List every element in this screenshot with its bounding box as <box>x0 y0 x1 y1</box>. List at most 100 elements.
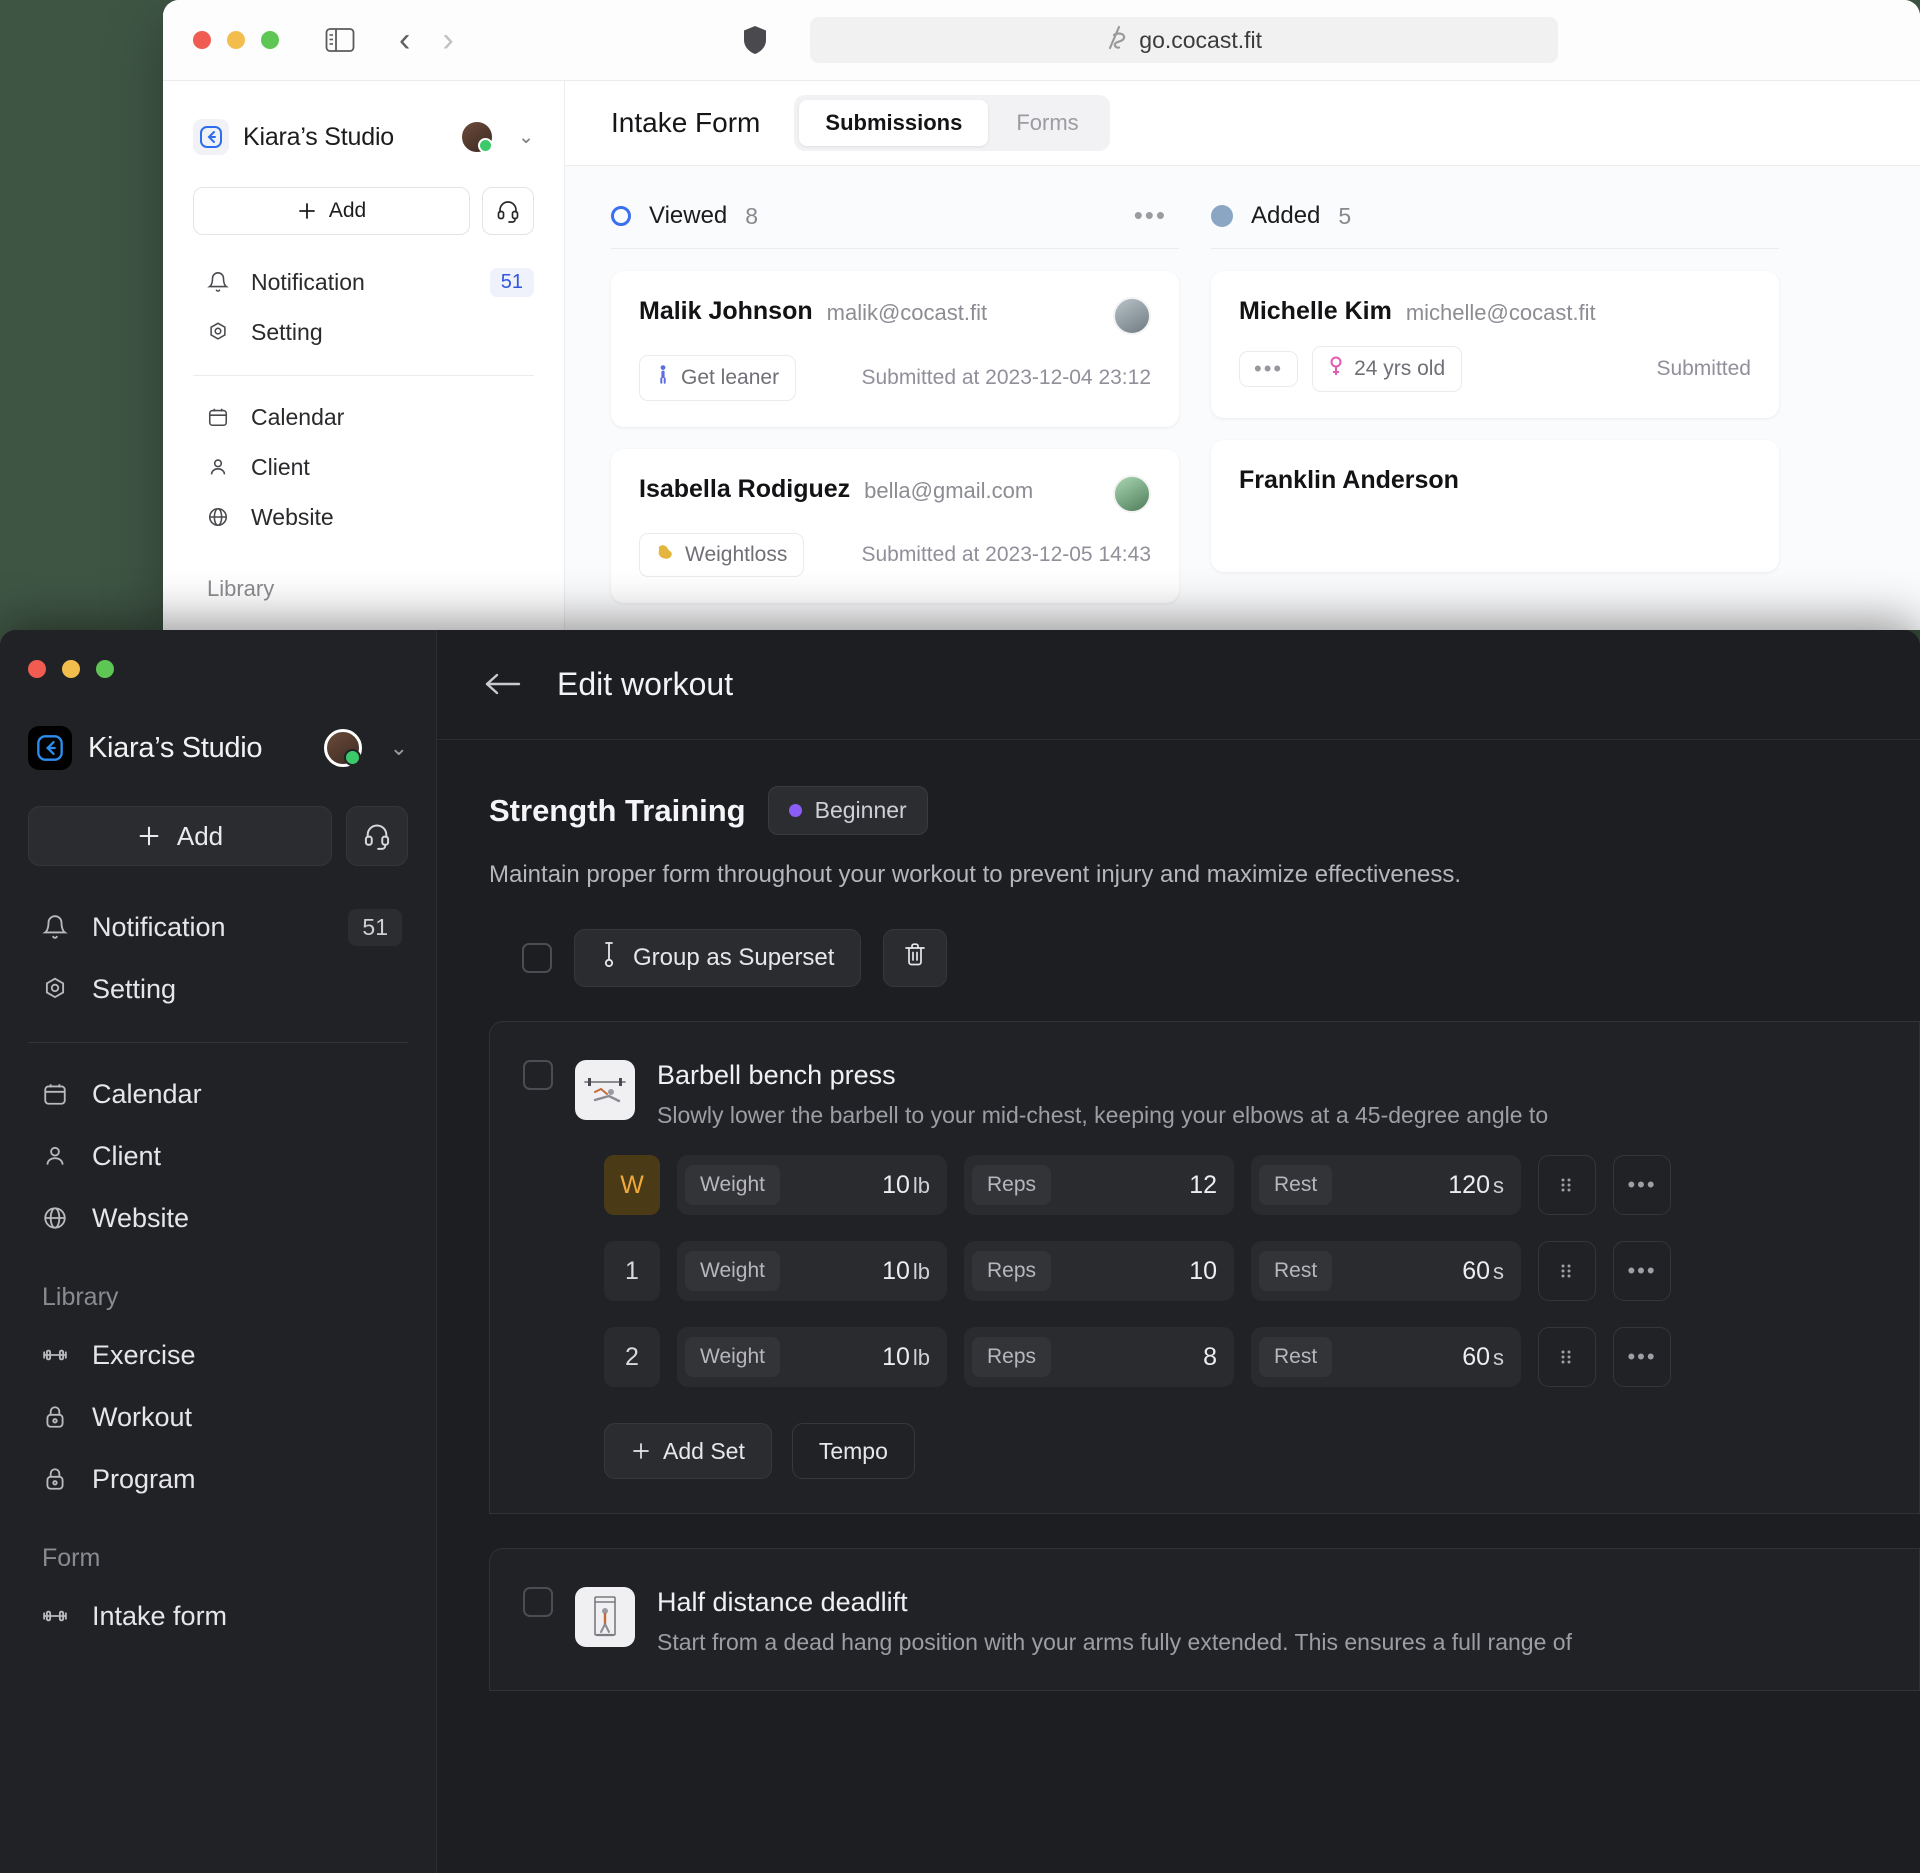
tab-forms[interactable]: Forms <box>990 100 1104 146</box>
age-tag[interactable]: 24 yrs old <box>1312 346 1463 392</box>
level-dot-icon <box>788 804 802 817</box>
drag-handle-icon[interactable] <box>1538 1241 1596 1301</box>
rest-field[interactable]: Rest 60 s <box>1251 1241 1521 1301</box>
submission-card[interactable]: Franklin Anderson <box>1211 440 1779 572</box>
sidebar-item-website[interactable]: Website <box>28 1187 408 1249</box>
rest-field[interactable]: Rest 120 s <box>1251 1155 1521 1215</box>
sidebar-section-form: Form <box>42 1544 101 1572</box>
sidebar-item-notification[interactable]: Notification 51 <box>28 896 408 958</box>
browser-content: Kiara’s Studio ⌄ Add Notification 51 Set… <box>163 81 1920 630</box>
card-footer: ••• 24 yrs old Submitted <box>1239 346 1751 392</box>
avatar <box>1113 297 1151 335</box>
weight-field[interactable]: Weight 10 lb <box>677 1327 947 1387</box>
maximize-window-button[interactable] <box>261 31 279 49</box>
card-more-button[interactable]: ••• <box>1239 351 1299 387</box>
drag-handle-icon[interactable] <box>1538 1327 1596 1387</box>
forward-button[interactable]: › <box>442 23 453 57</box>
workspace-switcher[interactable]: Kiara’s Studio ⌄ <box>28 726 408 770</box>
exercise-checkbox[interactable] <box>523 1587 553 1617</box>
close-window-button[interactable] <box>28 660 46 678</box>
sidebar-item-calendar[interactable]: Calendar <box>193 392 534 442</box>
sidebar-item-workout[interactable]: Workout <box>28 1386 408 1448</box>
goal-tag[interactable]: Weightloss <box>639 533 805 577</box>
minimize-window-button[interactable] <box>227 31 245 49</box>
set-row: 2 Weight 10 lb Reps 8 Rest 60 s ••• <box>490 1327 1919 1387</box>
submitted-time: Submitted <box>1656 357 1751 380</box>
tab-submissions[interactable]: Submissions <box>799 100 989 146</box>
set-index-badge[interactable]: 2 <box>604 1327 660 1387</box>
back-button[interactable]: ‹ <box>399 23 410 57</box>
exercise-name: Half distance deadlift <box>657 1587 908 1617</box>
person-standing-icon <box>656 365 670 391</box>
dark-nav: Notification 51 Setting Calendar Client … <box>28 896 408 1647</box>
group-as-superset-button[interactable]: Group as Superset <box>574 929 862 987</box>
page-title: Intake Form <box>611 107 761 138</box>
chevron-down-icon[interactable]: ⌄ <box>390 735 408 761</box>
sidebar-item-website[interactable]: Website <box>193 492 534 542</box>
sidebar-item-client[interactable]: Client <box>28 1125 408 1187</box>
set-index-badge[interactable]: 1 <box>604 1241 660 1301</box>
sidebar-item-client[interactable]: Client <box>193 442 534 492</box>
add-button-label: Add <box>328 199 367 222</box>
sidebar-item-setting[interactable]: Setting <box>193 307 534 357</box>
sidebar-item-label: Website <box>92 1202 190 1233</box>
weight-field[interactable]: Weight 10 lb <box>677 1155 947 1215</box>
submission-card[interactable]: Michelle Kim michelle@cocast.fit ••• 24 … <box>1211 271 1779 418</box>
shield-icon[interactable] <box>742 25 768 55</box>
submission-card[interactable]: Malik Johnson malik@cocast.fit Get leane… <box>611 271 1179 427</box>
minimize-window-button[interactable] <box>62 660 80 678</box>
exercise-checkbox[interactable] <box>523 1060 553 1090</box>
column-more-icon[interactable]: ••• <box>1134 203 1179 228</box>
chevron-down-icon[interactable]: ⌄ <box>518 126 534 149</box>
notification-badge: 51 <box>348 908 402 946</box>
sidebar-item-calendar[interactable]: Calendar <box>28 1063 408 1125</box>
add-button[interactable]: Add <box>28 806 332 866</box>
submission-card[interactable]: Isabella Rodiguez bella@gmail.com Weight… <box>611 449 1179 603</box>
sidebar-item-notification[interactable]: Notification 51 <box>193 257 534 307</box>
goal-tag[interactable]: Get leaner <box>639 355 797 401</box>
workspace-switcher[interactable]: Kiara’s Studio ⌄ <box>193 117 534 157</box>
workout-level-badge[interactable]: Beginner <box>767 786 928 835</box>
reps-field[interactable]: Reps 8 <box>964 1327 1234 1387</box>
arrow-left-icon[interactable] <box>483 666 523 704</box>
close-window-button[interactable] <box>193 31 211 49</box>
notification-badge: 51 <box>489 267 534 297</box>
maximize-window-button[interactable] <box>96 660 114 678</box>
window-traffic-lights[interactable] <box>193 31 279 49</box>
address-bar[interactable]: go.cocast.fit <box>809 17 1558 63</box>
more-horizontal-icon[interactable]: ••• <box>1613 1155 1671 1215</box>
reps-field[interactable]: Reps 12 <box>964 1155 1234 1215</box>
support-button[interactable] <box>346 806 408 866</box>
sidebar-item-setting[interactable]: Setting <box>28 958 408 1020</box>
globe-icon <box>207 506 229 528</box>
add-set-button[interactable]: Add Set <box>604 1423 772 1479</box>
rest-field[interactable]: Rest 60 s <box>1251 1327 1521 1387</box>
reps-field[interactable]: Reps 10 <box>964 1241 1234 1301</box>
weight-field[interactable]: Weight 10 lb <box>677 1241 947 1301</box>
exercise-card: Half distance deadlift Start from a dead… <box>489 1548 1920 1691</box>
sidebar-item-exercise[interactable]: Exercise <box>28 1324 408 1386</box>
support-button[interactable] <box>482 187 534 235</box>
select-all-checkbox[interactable] <box>522 943 552 973</box>
browser-nav-arrows[interactable]: ‹ › <box>399 23 454 57</box>
add-button-label: Add <box>176 820 224 851</box>
more-horizontal-icon[interactable]: ••• <box>1613 1327 1671 1387</box>
avatar[interactable] <box>460 120 495 154</box>
board-column-added: Added 5 Michelle Kim michelle@cocast.fit… <box>1211 202 1779 603</box>
sidebar-item-intake-form[interactable]: Intake form <box>28 1585 408 1647</box>
board-column-viewed: Viewed 8 ••• Malik Johnson malik@cocast.… <box>611 202 1179 603</box>
avatar[interactable] <box>323 729 362 767</box>
dark-add-row: Add <box>28 806 408 866</box>
set-index-badge[interactable]: W <box>604 1155 660 1215</box>
add-button[interactable]: Add <box>193 187 470 235</box>
sidebar-toggle-icon[interactable] <box>325 27 355 53</box>
window-traffic-lights[interactable] <box>28 660 408 678</box>
sidebar-item-program[interactable]: Program <box>28 1448 408 1510</box>
tempo-button[interactable]: Tempo <box>791 1423 915 1479</box>
gear-icon <box>207 321 229 343</box>
drag-handle-icon[interactable] <box>1538 1155 1596 1215</box>
delete-button[interactable] <box>883 929 948 987</box>
bell-icon <box>207 271 229 293</box>
sidebar-item-label: Workout <box>92 1401 193 1432</box>
more-horizontal-icon[interactable]: ••• <box>1613 1241 1671 1301</box>
